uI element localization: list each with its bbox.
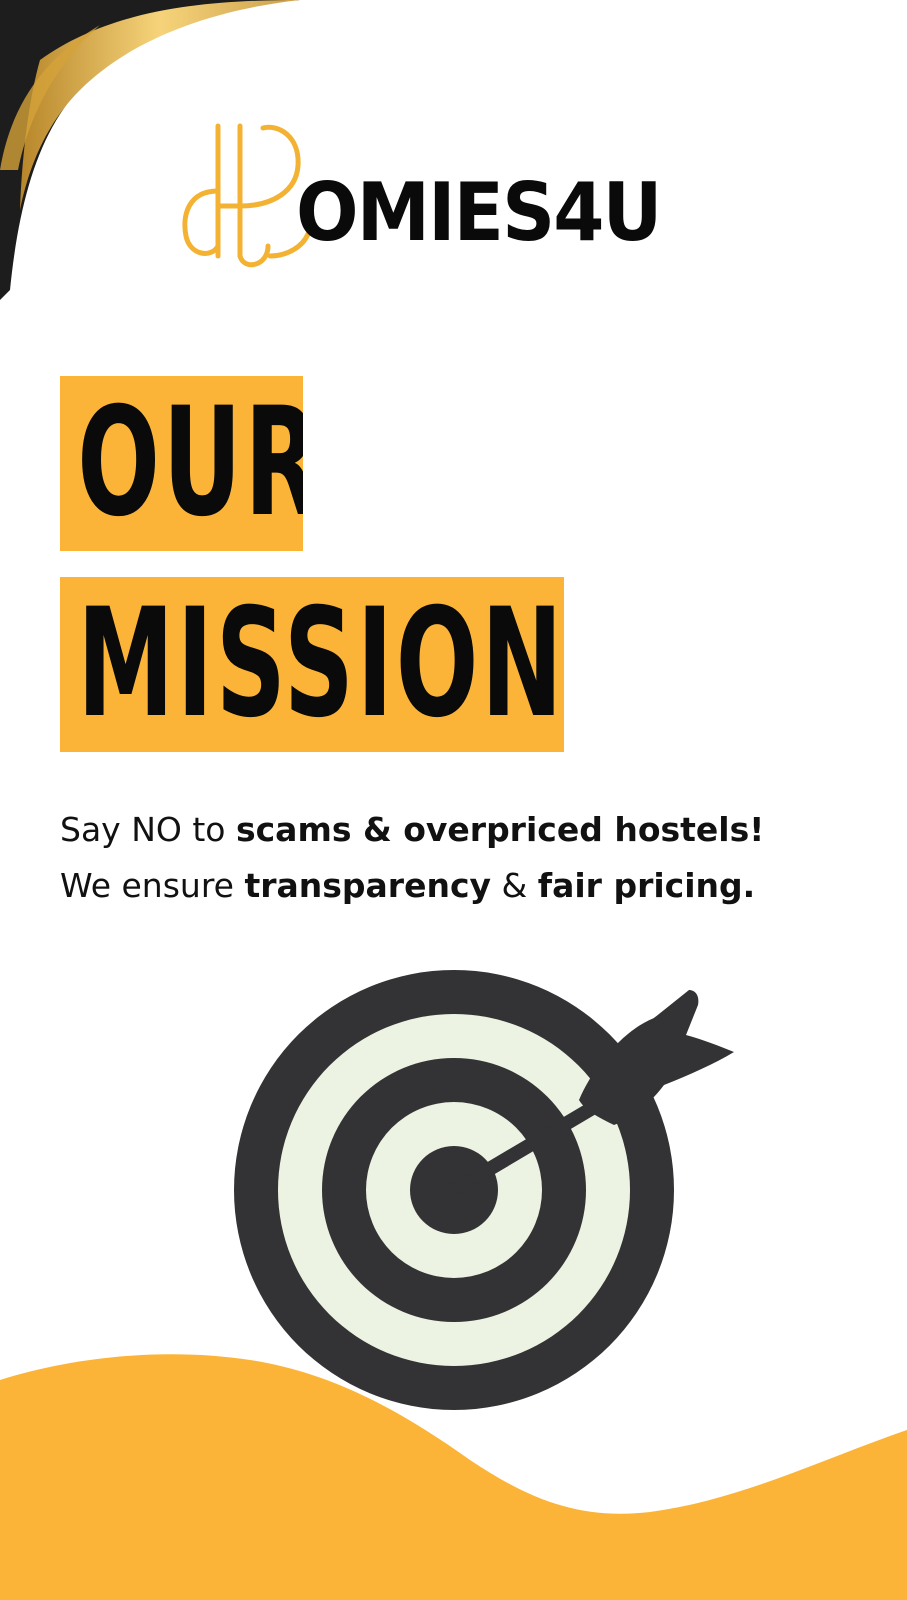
headline-mission-highlight: MISSION: [60, 577, 564, 752]
headline-our-highlight: OUR: [60, 376, 303, 551]
brand-wordmark: OMIES4U: [296, 166, 662, 259]
tagline-line-2: We ensure transparency & fair pricing.: [60, 858, 900, 914]
tagline-plain-text: We ensure: [60, 866, 245, 905]
tagline-bold-text: transparency: [244, 866, 492, 905]
tagline: Say NO to scams & overpriced hostels! We…: [60, 802, 900, 914]
tagline-bold-text: scams & overpriced hostels!: [235, 810, 765, 849]
tagline-bold-text: fair pricing.: [537, 866, 756, 905]
brand-logo: OMIES4U: [178, 106, 738, 276]
bottom-wave-decoration: [0, 1354, 907, 1600]
tagline-line-1: Say NO to scams & overpriced hostels!: [60, 802, 900, 858]
tagline-plain-text: &: [491, 866, 538, 905]
tagline-plain-text: Say NO to: [60, 810, 236, 849]
headline-mission: MISSION: [77, 577, 564, 751]
headline-our: OUR: [77, 376, 303, 550]
